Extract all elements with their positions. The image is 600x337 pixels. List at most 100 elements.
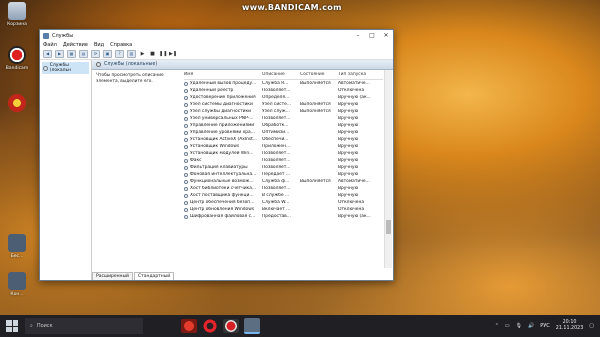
- network-icon[interactable]: ▭: [505, 323, 510, 329]
- volume-icon[interactable]: 🔊: [528, 323, 534, 329]
- service-name: Установщик Windows: [190, 144, 240, 149]
- refresh-icon[interactable]: ⟳: [91, 50, 100, 58]
- column-header-status[interactable]: Состояние: [300, 72, 338, 77]
- forward-icon[interactable]: ▶: [55, 50, 64, 58]
- menu-help[interactable]: Справка: [110, 42, 132, 48]
- table-row[interactable]: Фильтрация клавиатуры Позволяет... Вручную: [184, 164, 383, 171]
- microphone-icon[interactable]: 🎙: [516, 323, 522, 329]
- service-startup-type-cell: Вручную: [338, 158, 359, 163]
- desktop-icon-bandicam[interactable]: Bandicam: [0, 46, 34, 71]
- properties-icon[interactable]: ▥: [127, 50, 136, 58]
- desktop-icon-shortcut-2[interactable]: Кон...: [0, 272, 34, 297]
- service-gear-icon: [184, 193, 188, 198]
- taskbar-app-bandicam-icon[interactable]: [181, 319, 197, 333]
- table-row[interactable]: Функциональные возмож... Служба ф... Выпол…: [184, 178, 383, 185]
- table-row[interactable]: Установщик Windows Приложен... Вручную: [184, 143, 383, 150]
- shortcut-label: Бес...: [10, 254, 24, 259]
- table-row[interactable]: Шифрованная файловая с... Предостав... Вру…: [184, 213, 383, 220]
- table-row[interactable]: Управление приложениями Обработк... Вручну…: [184, 122, 383, 129]
- table-row[interactable]: Управление уровнями хра... Оптимизи... Вру…: [184, 129, 383, 136]
- table-row[interactable]: Установщик модулей Win... Позволяет... Вру…: [184, 150, 383, 157]
- title-bar[interactable]: Службы – □ ✕: [40, 30, 393, 41]
- service-gear-icon: [184, 109, 188, 114]
- vertical-scrollbar[interactable]: [384, 70, 392, 268]
- export-icon[interactable]: ▣: [103, 50, 112, 58]
- show-hide-tree-icon[interactable]: ▤: [79, 50, 88, 58]
- taskbar-app-record-icon[interactable]: [223, 319, 239, 333]
- service-gear-icon: [184, 102, 188, 107]
- service-description-cell: Приложен...: [262, 144, 291, 149]
- table-row[interactable]: Удостоверение приложения Определя... Вручн…: [184, 94, 383, 101]
- service-name: Удаленный реестр: [190, 88, 234, 93]
- service-startup-type-cell: Отключена: [338, 88, 365, 93]
- service-name: Установщик ActiveX (AxInst...: [190, 137, 258, 142]
- restart-service-icon[interactable]: ▶❚: [169, 51, 177, 57]
- pause-service-icon[interactable]: ❚❚: [159, 51, 167, 57]
- start-service-icon[interactable]: ▶: [139, 51, 146, 57]
- tab-standard[interactable]: Стандартный: [133, 272, 175, 280]
- table-row[interactable]: Узел системы диагностики Узел систе... Вып…: [184, 101, 383, 108]
- back-icon[interactable]: ◀: [43, 50, 52, 58]
- menu-action[interactable]: Действие: [63, 42, 88, 48]
- bandicam-icon: [8, 46, 26, 64]
- service-gear-icon: [184, 144, 188, 149]
- maximize-button[interactable]: □: [365, 32, 379, 39]
- service-gear-icon: [184, 172, 188, 177]
- tab-extended[interactable]: Расширенный: [92, 272, 133, 280]
- column-header-description[interactable]: Описание: [262, 72, 300, 77]
- service-gear-icon: [184, 186, 188, 191]
- show-hidden-icons-icon[interactable]: ⌃: [495, 323, 499, 329]
- language-indicator[interactable]: РУС: [540, 323, 550, 329]
- app-shortcut-icon: [8, 94, 26, 112]
- service-startup-type-cell: Вручную: [338, 193, 359, 198]
- service-name-cell: Установщик ActiveX (AxInst...: [184, 137, 262, 142]
- table-row[interactable]: Центр обеспечения безоп... Служба W... Отк…: [184, 199, 383, 206]
- service-name: Управление приложениями: [190, 123, 255, 128]
- search-box[interactable]: ⌕ Поиск: [25, 318, 143, 334]
- scrollbar-thumb[interactable]: [386, 220, 391, 234]
- desktop-icon-app[interactable]: [0, 94, 34, 114]
- menu-file[interactable]: Файл: [43, 42, 57, 48]
- table-row[interactable]: Узел универсальных PNP-... Позволяет... Вр…: [184, 115, 383, 122]
- stop-service-icon[interactable]: ■: [149, 51, 156, 57]
- shortcut-label: Кон...: [10, 292, 24, 297]
- up-icon[interactable]: ▦: [67, 50, 76, 58]
- table-row[interactable]: Удаленный реестр Позволяет... Отключена: [184, 87, 383, 94]
- recycle-bin-label: Корзина: [7, 22, 27, 27]
- service-name-cell: Факс: [184, 158, 262, 163]
- service-name-cell: Узел системы диагностики: [184, 102, 262, 107]
- service-name-cell: Шифрованная файловая с...: [184, 214, 262, 219]
- service-description-cell: Обработк...: [262, 123, 289, 128]
- taskbar-app-services-icon[interactable]: [244, 318, 260, 334]
- service-name-cell: Функциональные возмож...: [184, 179, 262, 184]
- service-status-cell: Выполняется: [300, 179, 331, 184]
- menu-view[interactable]: Вид: [94, 42, 104, 48]
- table-row[interactable]: Узел службы диагностики Узел служ... Выпол…: [184, 108, 383, 115]
- table-row[interactable]: Фоновая интеллектуальна... Передает ... Вр…: [184, 171, 383, 178]
- table-row[interactable]: Удаленный вызов процеду... Служба R... Вып…: [184, 80, 383, 87]
- help-icon[interactable]: ?: [115, 50, 124, 58]
- service-description-cell: Передает ...: [262, 172, 291, 177]
- table-row[interactable]: Установщик ActiveX (AxInst... Обеспечи...…: [184, 136, 383, 143]
- taskbar-app-opera-icon[interactable]: [202, 319, 218, 333]
- start-button[interactable]: [6, 320, 18, 332]
- clock[interactable]: 20:10 21.11.2023: [556, 320, 583, 332]
- service-startup-type-cell: Вручную: [338, 172, 359, 177]
- service-description-cell: Позволяет...: [262, 186, 291, 191]
- service-description-cell: Оптимизи...: [262, 130, 290, 135]
- table-row[interactable]: Центр обновления Windows Включает ... Откл…: [184, 206, 383, 213]
- column-header-startup-type[interactable]: Тип запуска: [338, 72, 378, 77]
- column-header-name[interactable]: Имя: [184, 72, 262, 77]
- table-row[interactable]: Хост библиотеки счетчика... Позволяет... В…: [184, 185, 383, 192]
- minimize-button[interactable]: –: [351, 32, 365, 39]
- window-title: Службы: [52, 32, 74, 39]
- table-row[interactable]: Хост поставщика функци... В службе ... Вру…: [184, 192, 383, 199]
- desktop-icon-recycle-bin[interactable]: Корзина: [0, 2, 34, 27]
- table-row[interactable]: Факс Позволяет... Вручную: [184, 157, 383, 164]
- tree-node-label: Службы (локальн: [49, 63, 72, 73]
- close-button[interactable]: ✕: [379, 32, 393, 39]
- tree-node-services[interactable]: Службы (локальн: [42, 62, 89, 74]
- notifications-icon[interactable]: ▢: [589, 323, 594, 329]
- service-gear-icon: [184, 179, 188, 184]
- desktop-icon-shortcut-1[interactable]: Бес...: [0, 234, 34, 259]
